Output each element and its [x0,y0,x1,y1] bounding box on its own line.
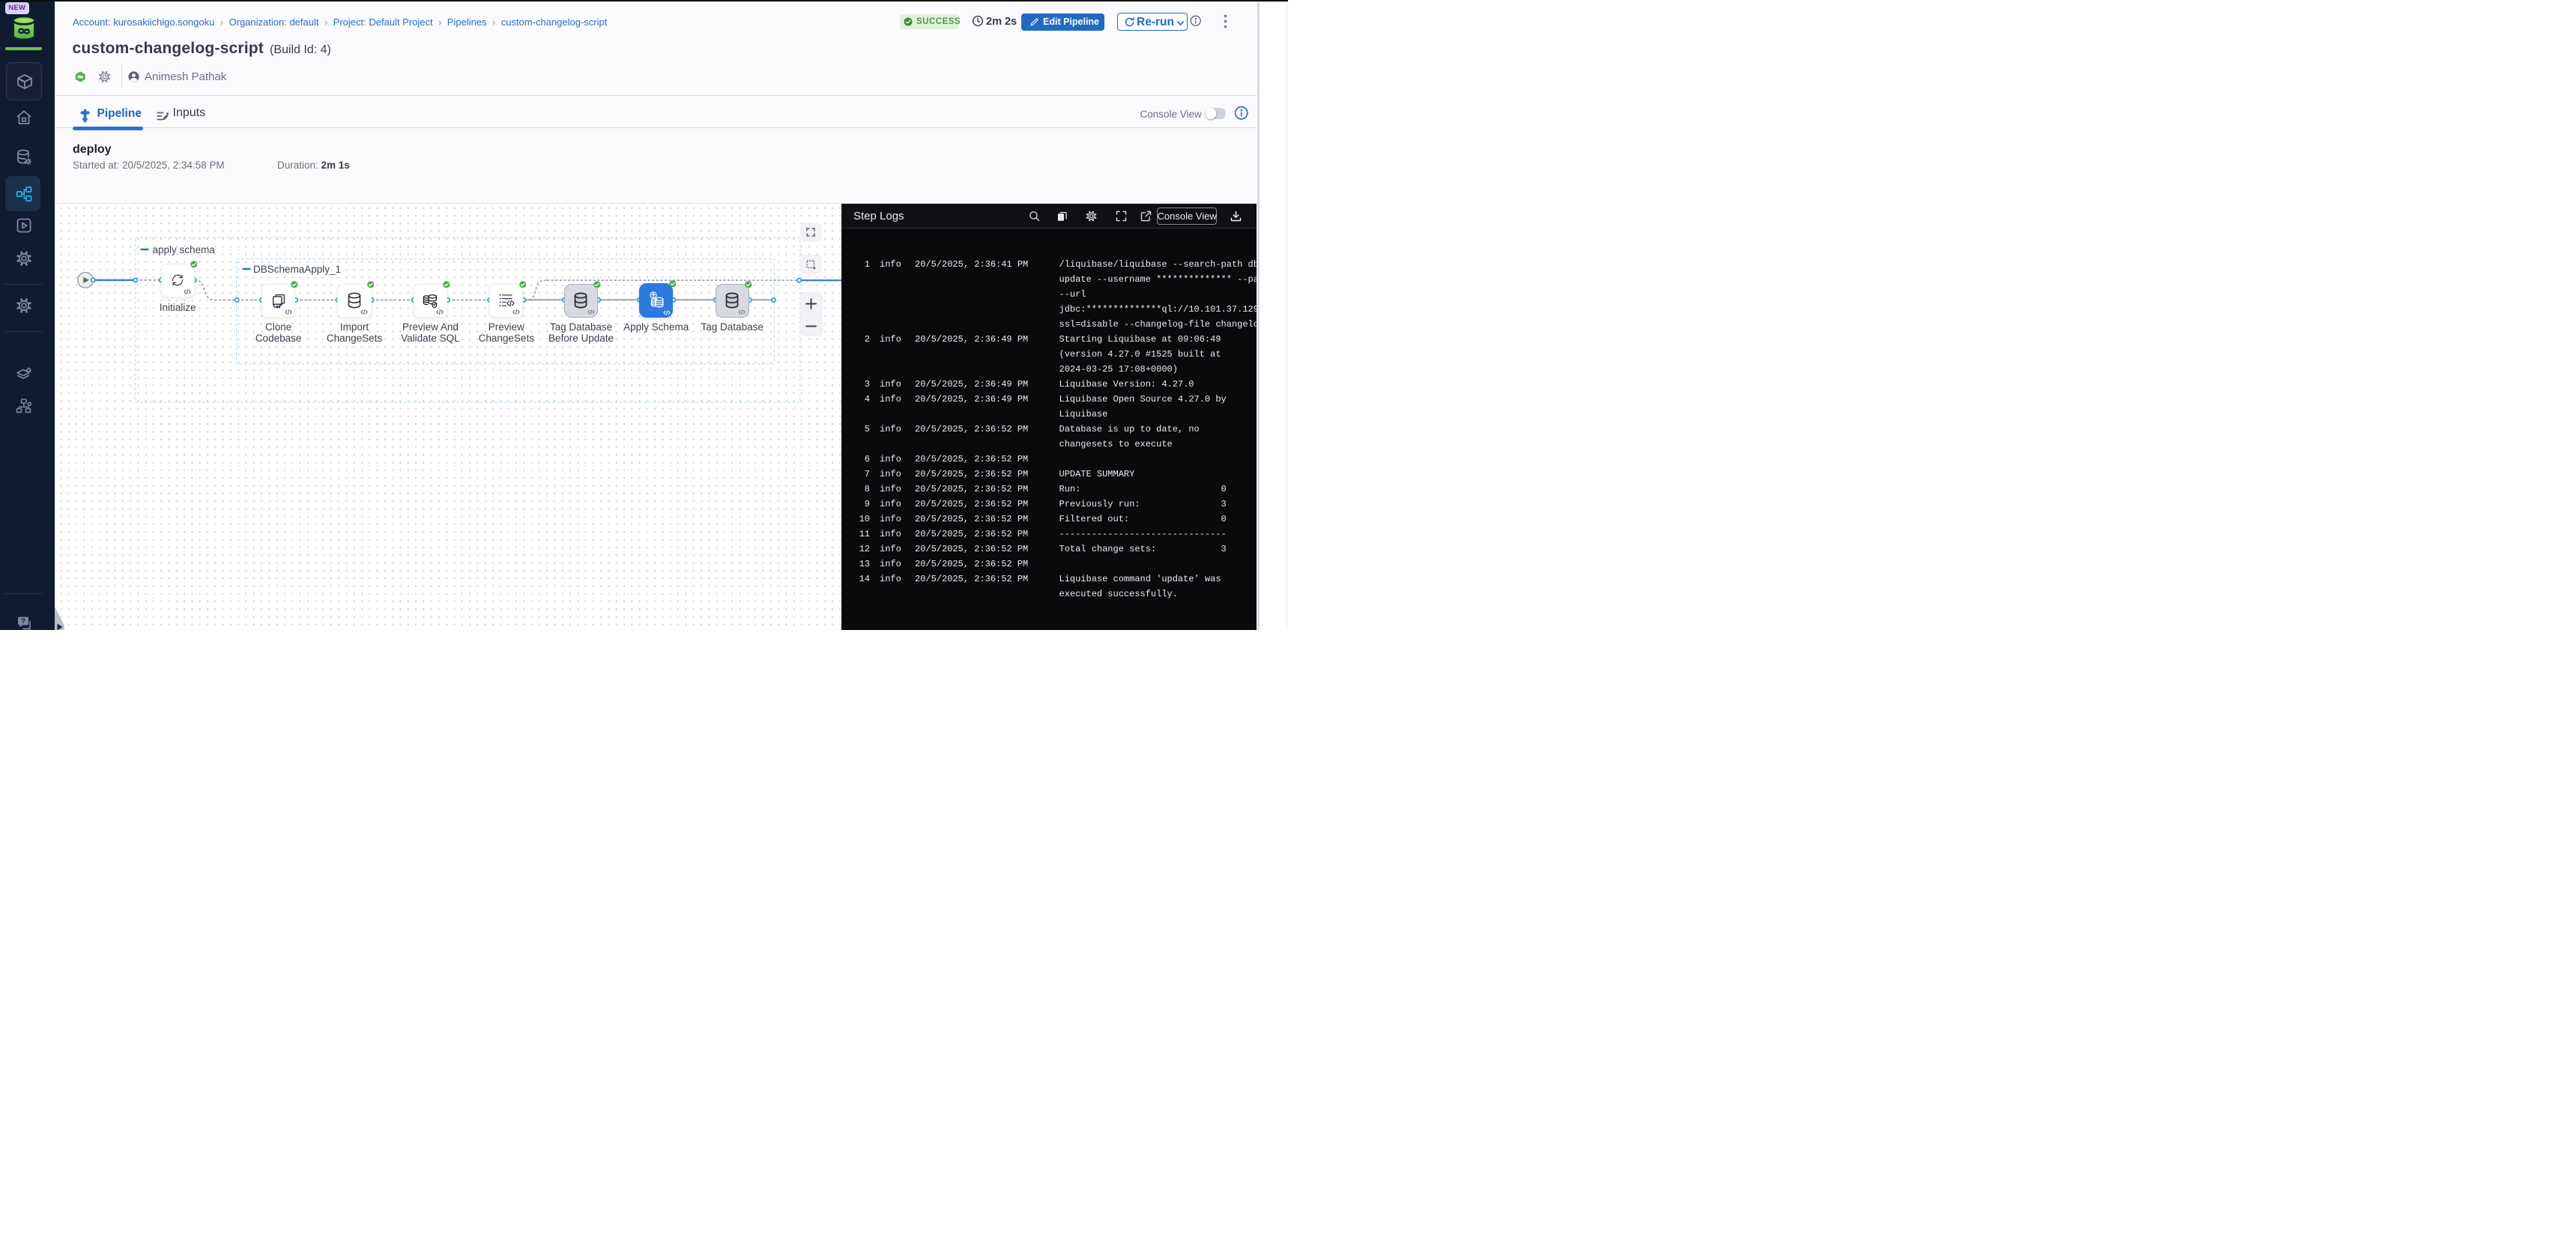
svg-text:?: ? [21,617,25,626]
